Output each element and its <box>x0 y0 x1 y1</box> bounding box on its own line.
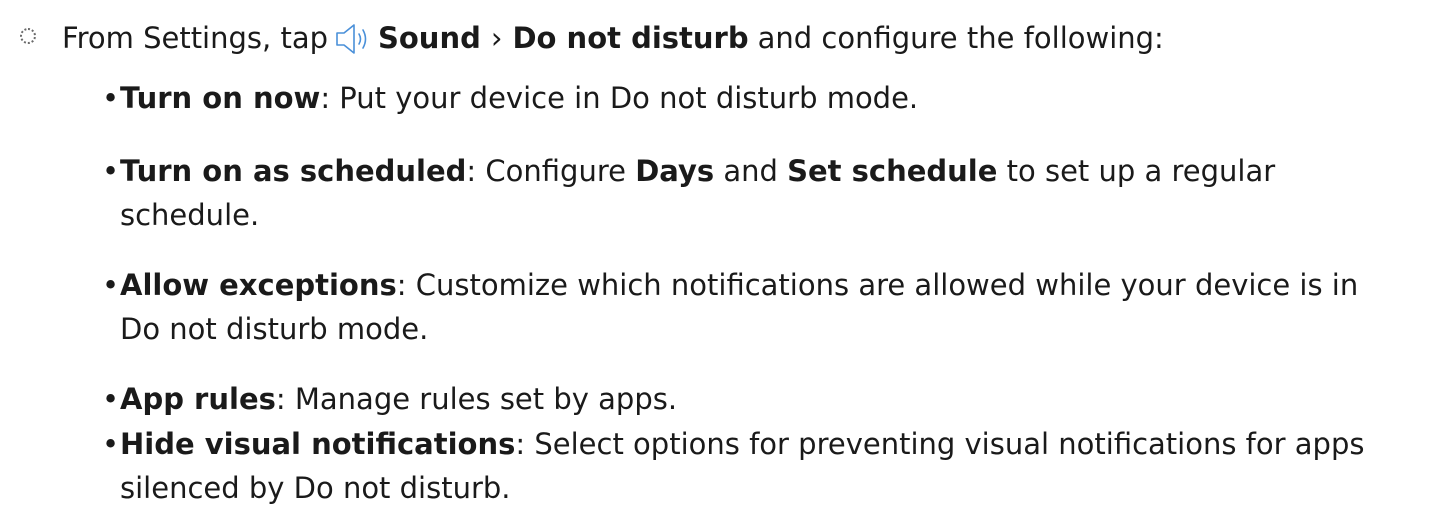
term-colon: : <box>396 268 407 302</box>
list-item: • Turn on now: Put your device in Do not… <box>102 76 1406 120</box>
list-item: • App rules: Manage rules set by apps. <box>102 377 1406 421</box>
dnd-label: Do not disturb <box>512 21 749 55</box>
term-allow-exceptions: Allow exceptions <box>120 268 397 302</box>
step-prefix: From Settings, tap <box>62 21 328 55</box>
days-label: Days <box>635 154 715 188</box>
step-instruction: From Settings, tap Sound › Do not distur… <box>0 14 1164 62</box>
term-app-rules: App rules <box>120 382 276 416</box>
instruction-document: From Settings, tap Sound › Do not distur… <box>0 0 1430 512</box>
term-colon: : <box>275 382 286 416</box>
term-colon: : <box>320 81 331 115</box>
term-colon: : <box>515 427 526 461</box>
bullet-marker: • <box>102 268 120 302</box>
list-item: • Hide visual notifications: Select opti… <box>102 422 1406 510</box>
term-hide-visual-notifications: Hide visual notifications <box>120 427 516 461</box>
bullet-marker: • <box>102 154 120 188</box>
term-turn-on-now: Turn on now <box>120 81 321 115</box>
bullet-marker: • <box>102 81 120 115</box>
desc-part: and <box>714 154 788 188</box>
term-colon: : <box>466 154 477 188</box>
term-turn-on-as-scheduled: Turn on as scheduled <box>120 154 467 188</box>
path-separator: › <box>490 21 503 55</box>
desc-app-rules: Manage rules set by apps. <box>285 382 678 416</box>
step-marker-icon <box>20 28 36 44</box>
list-item: • Turn on as scheduled: Configure Days a… <box>102 149 1406 237</box>
list-item: • Allow exceptions: Customize which noti… <box>102 263 1406 351</box>
desc-turn-on-now: Put your device in Do not disturb mode. <box>330 81 919 115</box>
bullet-marker: • <box>102 382 120 416</box>
set-schedule-label: Set schedule <box>787 154 998 188</box>
sound-label: Sound <box>378 21 481 55</box>
speaker-icon <box>334 21 374 57</box>
desc-part: Configure <box>476 154 636 188</box>
bullet-marker: • <box>102 427 120 461</box>
step-suffix: and configure the following: <box>757 21 1164 55</box>
